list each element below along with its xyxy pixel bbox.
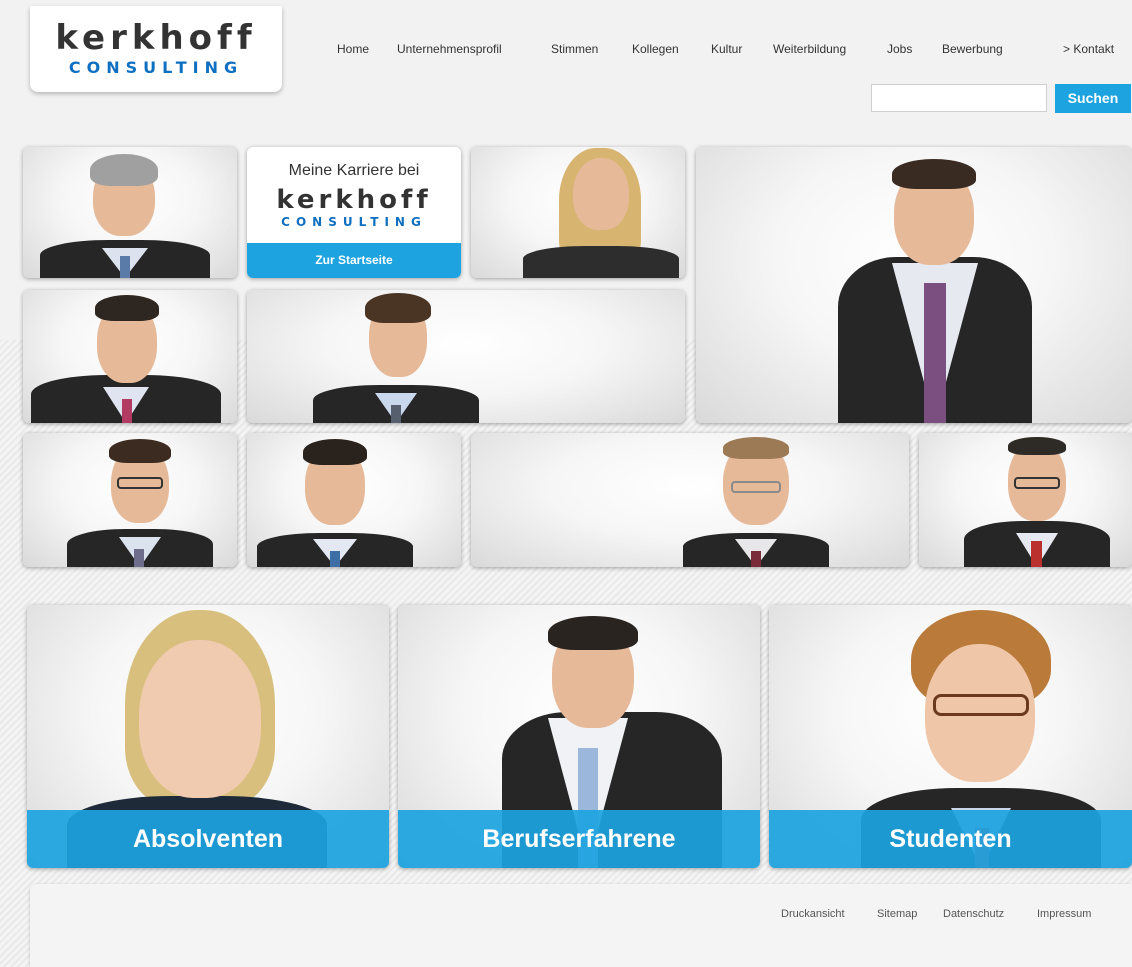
portrait-tile[interactable] (919, 433, 1132, 567)
footer-link-druckansicht[interactable]: Druckansicht (781, 908, 845, 920)
portrait-tile[interactable] (23, 433, 237, 567)
category-absolventen[interactable]: Absolventen (27, 605, 389, 868)
portrait-tile[interactable] (696, 147, 1132, 423)
portrait (964, 437, 1110, 567)
category-berufserfahrene[interactable]: Berufserfahrene (398, 605, 760, 868)
footer-link-impressum[interactable]: Impressum (1037, 908, 1091, 920)
site-logo[interactable]: kerkhoff CONSULTING (30, 6, 282, 92)
nav-kontakt[interactable]: > Kontakt (1063, 42, 1114, 56)
nav-bewerbung[interactable]: Bewerbung (942, 42, 1003, 56)
footer-link-sitemap[interactable]: Sitemap (877, 908, 917, 920)
logo-wordmark: kerkhoff (55, 18, 257, 58)
category-label-berufserfahrene: Berufserfahrene (398, 810, 760, 868)
nav-kultur[interactable]: Kultur (711, 42, 742, 56)
portrait-tile[interactable] (247, 290, 685, 423)
logo-subtitle: CONSULTING (68, 58, 244, 77)
search-input[interactable] (871, 84, 1047, 112)
portrait-tile[interactable] (471, 433, 909, 567)
footer-link-datenschutz[interactable]: Datenschutz (943, 908, 1004, 920)
portrait (67, 439, 213, 567)
nav-weiterbildung[interactable]: Weiterbildung (773, 42, 846, 56)
career-card[interactable]: Meine Karriere bei kerkhoff CONSULTING Z… (247, 147, 461, 278)
portrait (523, 148, 679, 278)
nav-kollegen[interactable]: Kollegen (632, 42, 679, 56)
career-logo-wordmark: kerkhoff (276, 185, 432, 215)
nav-jobs[interactable]: Jobs (887, 42, 912, 56)
category-studenten[interactable]: Studenten (769, 605, 1132, 868)
page-footer: Druckansicht Sitemap Datenschutz Impress… (30, 884, 1132, 967)
category-label-absolventen: Absolventen (27, 810, 389, 868)
portrait-tile[interactable] (471, 147, 685, 278)
category-label-studenten: Studenten (769, 810, 1132, 868)
portrait-tile[interactable] (247, 433, 461, 567)
nav-home[interactable]: Home (337, 42, 369, 56)
search-button[interactable]: Suchen (1055, 84, 1131, 113)
portrait (838, 155, 1032, 423)
career-title: Meine Karriere bei (288, 162, 420, 179)
nav-stimmen[interactable]: Stimmen (551, 42, 598, 56)
portrait-tile[interactable] (23, 147, 237, 278)
career-logo-subtitle: CONSULTING (281, 215, 427, 229)
portrait (40, 154, 210, 278)
portrait (257, 439, 413, 567)
portrait (313, 293, 479, 423)
portrait (31, 295, 221, 423)
home-button[interactable]: Zur Startseite (247, 243, 461, 278)
nav-unternehmensprofil[interactable]: Unternehmensprofil (397, 42, 502, 56)
portrait-tile[interactable] (23, 290, 237, 423)
portrait (683, 437, 829, 567)
